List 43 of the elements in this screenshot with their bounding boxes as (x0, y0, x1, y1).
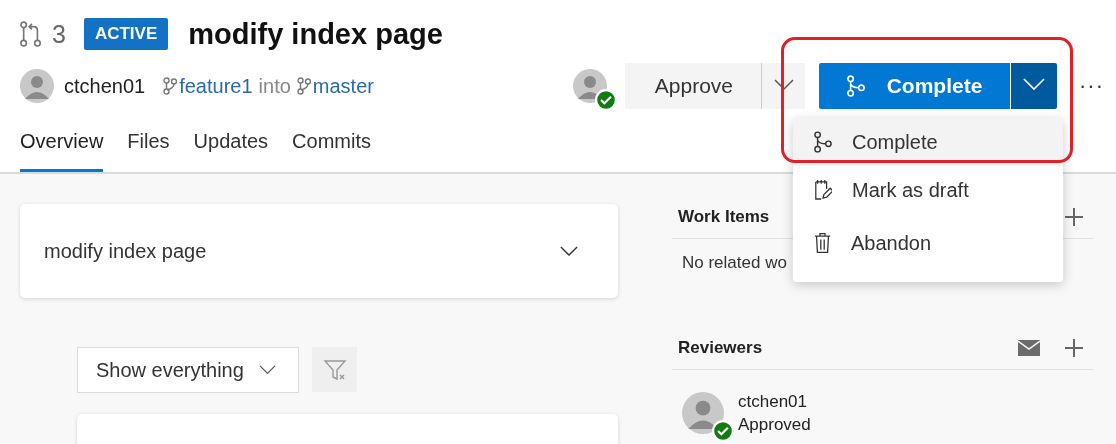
page-title: modify index page (188, 17, 443, 51)
add-icon[interactable] (1064, 207, 1084, 227)
trash-icon (814, 232, 831, 254)
draft-icon (814, 179, 832, 201)
section-title: Reviewers (678, 338, 763, 358)
tab[interactable]: Overview (20, 130, 104, 172)
more-button[interactable]: ··· (1073, 72, 1110, 100)
tab[interactable]: Files (127, 130, 170, 172)
section-title: Work Items (678, 207, 770, 227)
merge-icon (846, 75, 865, 97)
menu-item[interactable]: Abandon (793, 214, 1063, 282)
pull-request-number: 3 (52, 19, 66, 49)
reviewer-name: ctchen01 (738, 391, 808, 413)
complete-options-button[interactable] (1011, 63, 1057, 109)
target-branch-link[interactable]: master (312, 74, 374, 98)
author-name: ctchen01 (64, 74, 146, 98)
chevron-down-icon[interactable] (560, 245, 578, 257)
description-title: modify index page (44, 239, 207, 263)
chevron-down-icon (258, 365, 276, 375)
branch-icon (163, 77, 178, 95)
menu-item[interactable]: Complete (793, 118, 1063, 166)
tab[interactable]: Updates (193, 130, 269, 172)
mail-icon[interactable] (1018, 340, 1040, 356)
avatar-icon (20, 69, 54, 103)
chevron-down-icon (1023, 78, 1045, 91)
complete-button[interactable]: Complete (819, 63, 1011, 109)
approve-options-button[interactable] (761, 63, 805, 109)
add-icon[interactable] (1064, 338, 1084, 358)
empty-message: No related wo (682, 253, 787, 272)
avatar-icon (682, 392, 724, 434)
chevron-down-icon (773, 78, 794, 91)
status-badge: ACTIVE (83, 18, 169, 50)
menu-item[interactable]: Mark as draft (793, 166, 1063, 214)
branch-icon (296, 77, 311, 95)
source-branch-link[interactable]: feature1 (179, 74, 253, 98)
pull-request-icon (20, 20, 42, 48)
merge-icon (814, 131, 832, 153)
filter-dropdown[interactable]: Show everything (77, 347, 299, 393)
tab[interactable]: Commits (292, 130, 371, 172)
reviewer-vote: Approved (738, 414, 811, 436)
into-label: into (258, 74, 291, 98)
filter-clear-icon (322, 357, 347, 382)
approve-button[interactable]: Approve (624, 63, 761, 109)
